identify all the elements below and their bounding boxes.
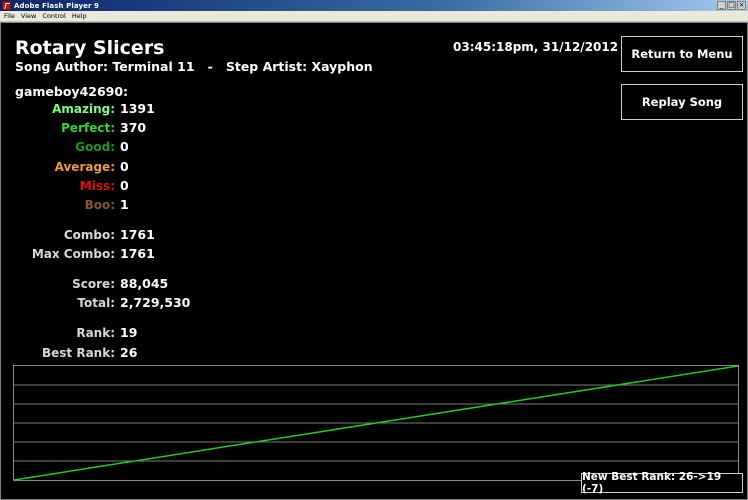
menu-view[interactable]: View — [21, 12, 36, 20]
score-value: 88,045 — [120, 276, 169, 291]
result-timestamp: 03:45:18pm, 31/12/2012 — [453, 40, 619, 54]
judgement-value-miss: 0 — [120, 178, 129, 193]
replay-song-button[interactable]: Replay Song — [621, 84, 743, 120]
song-credits: Song Author: Terminal 11 - Step Artist: … — [15, 59, 373, 74]
max-combo-label: Max Combo: — [31, 247, 115, 261]
flash-stage: Rotary Slicers Song Author: Terminal 11 … — [0, 22, 748, 500]
judgement-label-perfect: Perfect: — [61, 121, 115, 135]
accuracy-graph-svg — [14, 366, 738, 480]
total-value: 2,729,530 — [120, 295, 191, 310]
menu-help[interactable]: Help — [72, 12, 87, 20]
judgement-value-boo: 1 — [120, 197, 129, 212]
window-titlebar: Adobe Flash Player 9 _ □ × — [0, 0, 748, 11]
judgement-value-good: 0 — [120, 139, 129, 154]
window-title: Adobe Flash Player 9 — [14, 1, 100, 10]
judgement-value-perfect: 370 — [120, 120, 147, 135]
window-controls: _ □ × — [717, 1, 746, 10]
rank-label: Rank: — [76, 326, 115, 340]
flash-app-icon — [2, 1, 11, 10]
menubar: File View Control Help — [0, 11, 748, 22]
rank-value: 19 — [120, 325, 138, 340]
combo-label: Combo: — [63, 228, 115, 242]
total-label: Total: — [77, 296, 115, 310]
judgement-label-average: Average: — [54, 160, 115, 174]
new-best-rank-notice: New Best Rank: 26->19 (-7) — [581, 471, 743, 495]
combo-value: 1761 — [120, 227, 155, 242]
score-label: Score: — [72, 277, 115, 291]
judgement-value-amazing: 1391 — [120, 101, 155, 116]
judgement-label-good: Good: — [75, 140, 115, 154]
judgement-value-average: 0 — [120, 159, 129, 174]
close-button[interactable]: × — [737, 1, 746, 10]
best-rank-value: 26 — [120, 345, 138, 360]
maximize-button[interactable]: □ — [727, 1, 736, 10]
menu-control[interactable]: Control — [42, 12, 66, 20]
max-combo-value: 1761 — [120, 246, 155, 261]
menu-file[interactable]: File — [4, 12, 15, 20]
return-to-menu-button[interactable]: Return to Menu — [621, 36, 743, 72]
best-rank-label: Best Rank: — [41, 346, 115, 360]
accuracy-graph — [13, 365, 739, 481]
judgement-label-amazing: Amazing: — [52, 102, 115, 116]
song-title: Rotary Slicers — [15, 37, 165, 59]
judgement-label-boo: Boo: — [84, 198, 115, 212]
judgement-label-miss: Miss: — [79, 179, 115, 193]
minimize-button[interactable]: _ — [717, 1, 726, 10]
player-name: gameboy42690: — [15, 84, 129, 99]
